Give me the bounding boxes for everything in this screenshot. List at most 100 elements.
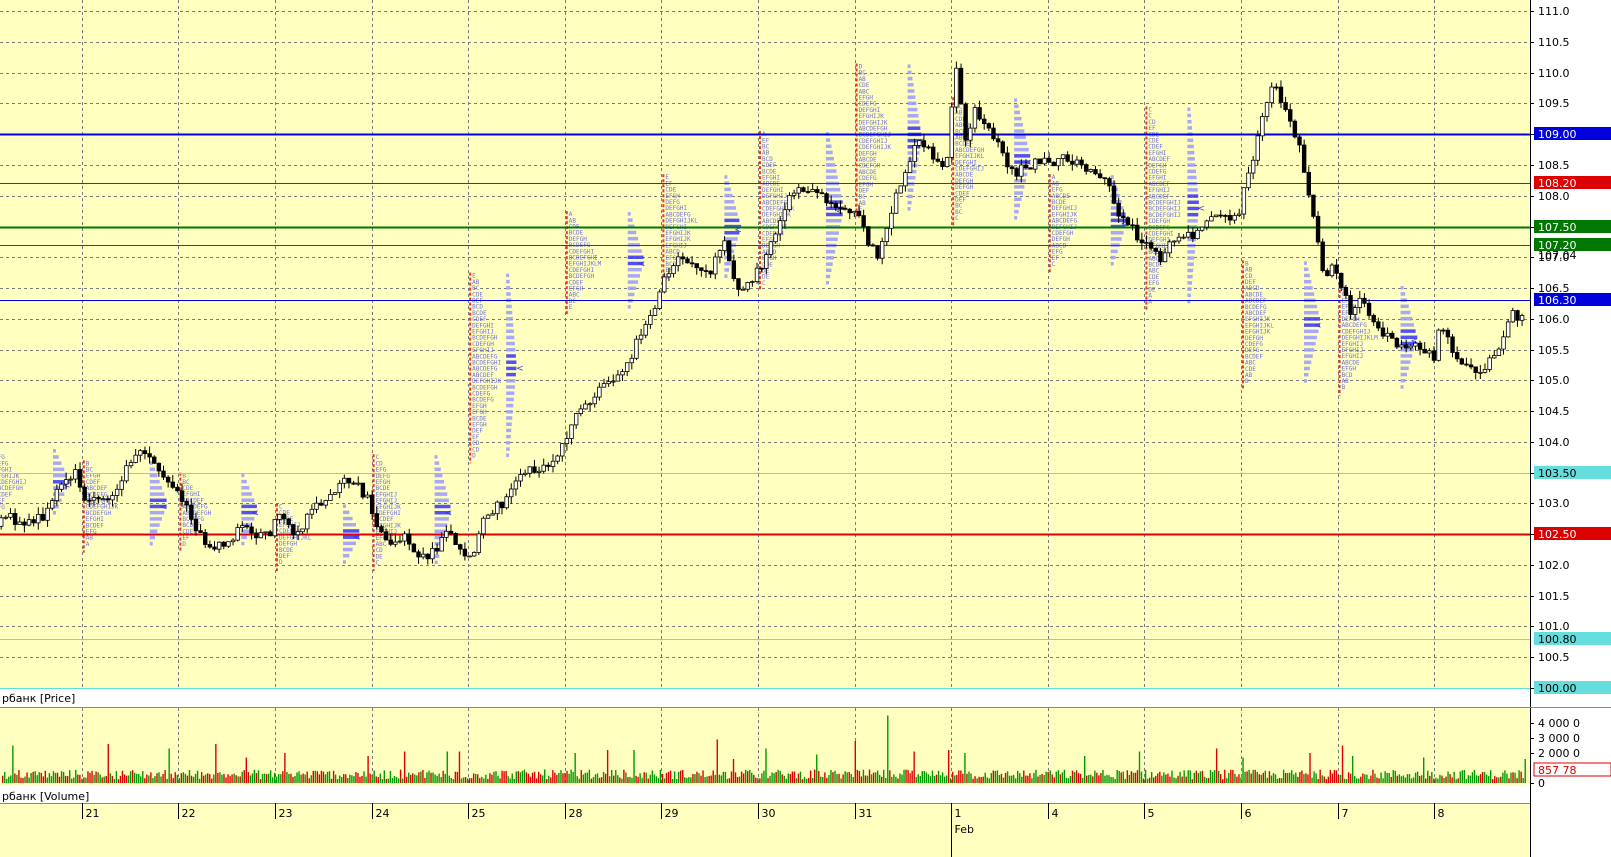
level-label: 102.50 [1538, 528, 1577, 541]
volume-bar [1122, 771, 1124, 783]
tpo-volume-bar [1303, 304, 1318, 309]
candle-body [1376, 321, 1381, 329]
tpo-volume-bar [434, 479, 445, 484]
volume-bar [231, 774, 233, 783]
candle-body [1422, 348, 1427, 354]
candle-body [189, 504, 194, 520]
tpo-volume-bar [53, 467, 65, 472]
volume-bar [194, 773, 197, 783]
volume-bar [917, 774, 919, 783]
candle-body [791, 192, 797, 196]
volume-bar [1323, 776, 1325, 783]
volume-bar [548, 775, 550, 783]
volume-bar [40, 772, 42, 783]
tpo-volume-bar [434, 498, 449, 503]
tpo-volume-bar [825, 150, 833, 155]
volume-bar [308, 778, 310, 783]
volume-bar [529, 776, 532, 783]
volume-bar [694, 774, 696, 783]
candle-body [1065, 154, 1070, 162]
volume-bar [261, 773, 264, 783]
volume-bar [864, 775, 867, 783]
candle [944, 156, 950, 168]
tpo-volume-bar [434, 473, 443, 478]
volume-bar [1351, 756, 1354, 783]
month-label: Feb [955, 823, 974, 836]
tpo-volume-bar [907, 120, 920, 124]
volume-bar [446, 751, 448, 783]
volume-bar [905, 769, 907, 783]
volume-bar [1301, 770, 1303, 783]
volume-bar [334, 774, 337, 783]
volume-bar [237, 776, 239, 783]
volume-bar [239, 776, 241, 783]
tpo-volume-bar [506, 341, 515, 346]
volume-bar [858, 770, 861, 783]
candle-body [1413, 342, 1418, 347]
day-label: 29 [665, 807, 679, 820]
candle-body [1042, 157, 1047, 165]
candle-body [416, 551, 421, 558]
volume-bar [290, 773, 292, 783]
candle-body [805, 191, 811, 193]
volume-bar [602, 771, 605, 783]
candle-body [207, 544, 213, 548]
candle-body [1135, 224, 1140, 241]
volume-bar [1317, 779, 1319, 783]
volume-bar [1041, 773, 1043, 783]
volume-bar [860, 776, 863, 783]
volume-bar [1510, 772, 1512, 783]
volume-bar [777, 769, 779, 783]
volume-bar [1057, 770, 1059, 783]
tpo-volume-bar [342, 510, 350, 515]
candle-body [323, 500, 328, 506]
volume-bar [1238, 774, 1240, 783]
candle-body [152, 456, 157, 464]
candle-body [629, 357, 635, 364]
candle-body [587, 403, 593, 406]
tpo-volume-bar [53, 473, 67, 478]
candle-body [828, 202, 834, 205]
volume-bar [655, 776, 658, 783]
volume-bar [312, 770, 314, 783]
volume-bar [369, 773, 371, 783]
tpo-volume-bar [1014, 123, 1023, 127]
candle-body [212, 546, 217, 550]
candle-body [1473, 366, 1478, 373]
candle-body [1441, 329, 1446, 332]
tpo-volume-bar [506, 441, 511, 445]
candle-body [606, 381, 611, 385]
volume-bar [657, 778, 660, 783]
volume-bar [205, 774, 207, 783]
candle-body [745, 282, 750, 290]
volume-bar [749, 769, 751, 783]
candle-body [1255, 135, 1260, 161]
candle-body [912, 145, 917, 163]
volume-bar [1427, 770, 1429, 783]
level-label: 100.00 [1538, 682, 1577, 695]
volume-bar [1159, 771, 1161, 783]
volume-bar [592, 777, 595, 783]
candle-body [773, 233, 778, 243]
market-profile-chart[interactable]: BEFGDEFGEFGHIEFGHIJKBCDEFGHIJABCDEFGHBCD… [0, 0, 1611, 857]
tpo-volume-bar [342, 560, 346, 564]
candle-body [499, 501, 505, 509]
volume-bar [38, 772, 40, 783]
candle-body [754, 267, 760, 282]
volume-bar [91, 770, 93, 783]
price-tick-label: 109.5 [1538, 97, 1570, 110]
volume-bar [314, 770, 317, 783]
day-label: 25 [472, 807, 486, 820]
volume-bar [1010, 775, 1013, 783]
volume-bar [24, 776, 26, 783]
candle-body [819, 192, 825, 195]
volume-bar [1153, 777, 1155, 783]
candle-body [620, 371, 625, 376]
tpo-volume-bar [907, 83, 914, 87]
volume-bar [211, 778, 213, 783]
candle-body [425, 553, 430, 560]
volume-bar [1098, 775, 1100, 783]
volume-bar [838, 773, 840, 783]
volume-bar [787, 773, 790, 783]
volume-bar [633, 750, 635, 783]
